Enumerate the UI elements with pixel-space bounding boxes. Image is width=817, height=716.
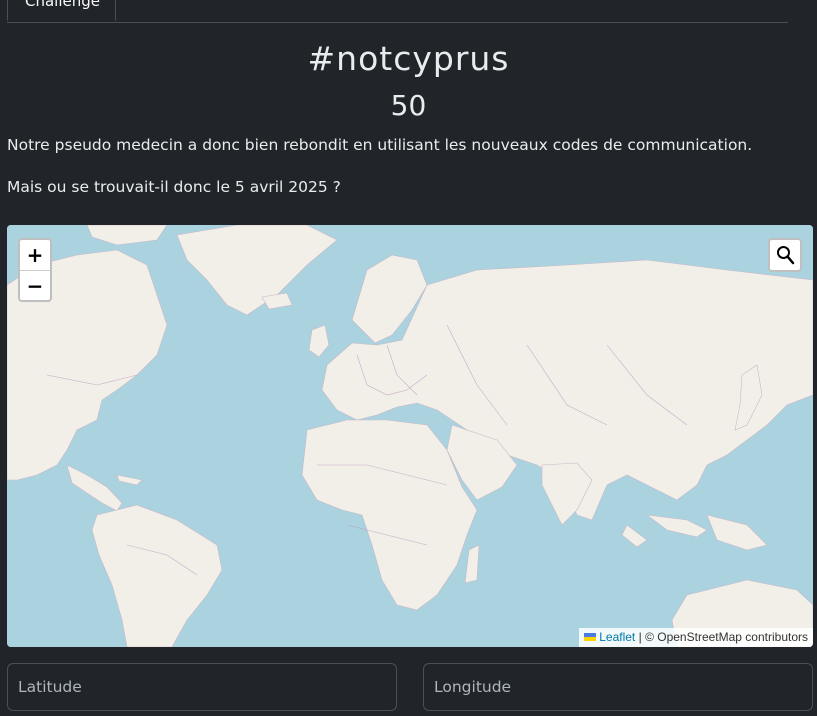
challenge-page: Challenge #notcyprus 50 Notre pseudo med… [0,0,817,716]
tab-challenge-label: Challenge [25,0,100,10]
tab-bar: Challenge [7,0,788,23]
zoom-control: + − [18,238,52,302]
zoom-in-button[interactable]: + [20,240,50,271]
challenge-question: Mais ou se trouvait-il donc le 5 avril 2… [7,178,341,196]
map-search-button[interactable] [768,238,802,272]
latitude-input[interactable] [7,663,397,711]
tab-challenge[interactable]: Challenge [7,0,116,21]
map-attribution: Leaflet | © OpenStreetMap contributors [579,628,813,647]
longitude-input[interactable] [423,663,813,711]
world-map[interactable]: + − Leaflet | © OpenStreetMap contributo… [7,225,813,647]
osm-attribution: © OpenStreetMap contributors [645,630,808,644]
challenge-points: 50 [390,89,427,122]
ukraine-flag-icon [584,632,597,641]
challenge-description: Notre pseudo medecin a donc bien rebondi… [7,136,753,154]
magnifier-icon [777,246,795,265]
challenge-title: #notcyprus [307,39,510,78]
leaflet-link[interactable]: Leaflet [599,630,635,644]
zoom-out-button[interactable]: − [20,271,50,301]
attribution-separator: | [638,630,642,644]
map-tiles [7,225,813,647]
